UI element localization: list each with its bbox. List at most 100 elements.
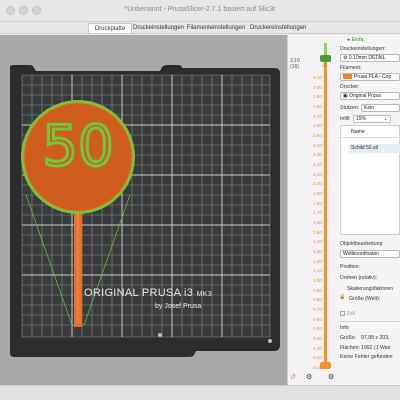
inch-label: Zoll (346, 311, 355, 317)
layer-tick-label: 1,90 (313, 191, 322, 196)
printer-label: Drucker: (340, 84, 360, 90)
layer-tick-label: 2,80 (313, 104, 322, 109)
bed-brand-text: ORIGINAL PRUSA i3 MK3 (84, 287, 212, 299)
filament-color-swatch[interactable] (343, 74, 352, 80)
mode-label[interactable]: Einfa (352, 37, 364, 43)
window-title: *Unbenannt - PrusaSlicer-2.7.1 basiert a… (124, 6, 276, 13)
layer-tick-label: 1,60 (313, 220, 322, 225)
object-list-item[interactable]: Schild 50.stl (349, 144, 400, 153)
tab-druckeinstellungen[interactable]: Druckeinstellungen (133, 23, 184, 33)
layer-slider-lower-thumb[interactable] (320, 362, 331, 369)
layer-tick-label: 0,70 (313, 307, 322, 312)
tab-filamenteinstellungen[interactable]: Filamenteinstellungen (186, 23, 246, 33)
plater-3d-view[interactable]: 50 ORIGINAL PRUSA i3 MK3 by Josef Prusa (0, 35, 287, 385)
rotation-label: Drehen (relativ): (340, 275, 378, 281)
tab-druckplatte[interactable]: Druckplatte (88, 23, 132, 33)
inch-checkbox[interactable] (340, 311, 345, 317)
size-info-row: Größe: 97,98 x 203, (340, 335, 390, 341)
position-label: Position: (340, 264, 360, 270)
filament-value: Prusa PLA - Cop (354, 74, 392, 80)
layer-tick-label: 2,60 (313, 123, 322, 129)
layer-tick-label: 3,10 (313, 75, 322, 80)
layer-tick-label: 1,30 (313, 249, 322, 254)
sidebar: ● Einfa Druckeinstellungen: ⚙ 0.10mm DET… (339, 35, 400, 385)
window-titlebar: *Unbenannt - PrusaSlicer-2.7.1 basiert a… (0, 0, 400, 22)
mode-indicator: ● Einfa (347, 37, 400, 43)
inch-checkbox-row[interactable]: Zoll (340, 311, 355, 317)
object-list-header-divider (341, 137, 400, 138)
object-name: Schild 50.stl (351, 145, 378, 151)
infill-label: Infill: (340, 116, 351, 122)
layer-slider-ticks: 3,10 3,00 2,90 2,80 2,70 2,60 2,50 2,40 2,30 2,20… (288, 35, 340, 385)
layer-tick-label: 1,00 (313, 278, 322, 283)
infill-select[interactable]: 15% ⌄ (353, 115, 391, 123)
size-info-label: Größe: (340, 335, 357, 341)
bed-brand-model: MK3 (196, 291, 212, 298)
sign-number-text: 50 (41, 114, 115, 179)
settings-icon[interactable]: ⚙ (306, 373, 312, 381)
print-settings-select[interactable]: ⚙ 0.10mm DETAIL (340, 54, 400, 62)
layer-tick-label: 1,10 (313, 268, 322, 274)
layer-tick-label: 0,80 (313, 297, 322, 303)
scale-label: Skalierungsfaktoren (347, 286, 393, 292)
layer-tick-label: 1,50 (313, 229, 322, 235)
layer-tick-label: 0,50 (313, 326, 322, 332)
layer-tick-label: 2,50 (313, 133, 322, 138)
layer-tick-label: 2,20 (313, 162, 322, 167)
object-list-header-name: Name (351, 129, 365, 135)
layer-tick-label: 2,70 (313, 113, 322, 119)
object-manipulation-label: Objektbearbeitung (340, 241, 383, 247)
infill-value: 15% (356, 116, 367, 122)
bottom-status-bar (0, 385, 400, 400)
facets-row: Flächen: 1992 (1 Wan (340, 345, 391, 351)
print-bed-scene (10, 65, 280, 357)
facets-value: 1992 (1 Wan (361, 345, 391, 351)
layer-tick-label: 0,30 (313, 345, 322, 351)
layer-tick-label: 2,90 (313, 94, 322, 100)
layer-tick-label: 1,20 (313, 258, 322, 264)
layer-tick-label: 2,30 (313, 152, 322, 158)
lock-scale-icon[interactable]: 🔒 (339, 294, 345, 300)
layer-tick-label: 0,40 (313, 336, 322, 341)
layer-tick-label: 0,10 (313, 365, 322, 370)
layer-tick-label: 2,40 (313, 142, 322, 148)
info-label: Info (340, 325, 349, 331)
layer-tick-label: 1,80 (313, 200, 322, 206)
size-info-value: 97,98 x 203, (361, 335, 390, 341)
layer-slider-upper-thumb[interactable] (320, 55, 331, 62)
cog-icon[interactable]: ⚙ (328, 373, 334, 381)
supports-label: Stützen: (340, 105, 360, 111)
tab-druckereinstellungen[interactable]: Druckereinstellungen (250, 23, 306, 33)
lock-icon[interactable]: ⌂ (322, 62, 326, 69)
layer-slider-panel: 3,10 (16) 3,10 3,00 2,90 2,80 2,70 2,60 2,50 2,… (287, 35, 339, 385)
layer-tick-label: 0,90 (313, 287, 322, 293)
layer-tick-label: 3,00 (313, 84, 322, 90)
main-tabs: Druckplatte Druckeinstellungen Filamente… (0, 22, 400, 34)
chevron-down-icon: ⌄ (383, 116, 388, 122)
layer-tick-label: 1,70 (313, 210, 322, 216)
info-divider (339, 321, 400, 322)
layer-tick-label: 2,00 (313, 181, 322, 187)
filament-label: Filament: (340, 65, 362, 71)
coordinate-system-select[interactable]: Weltkoordinaten (340, 250, 400, 258)
print-settings-value: 0.10mm DETAIL (348, 55, 386, 61)
printer-select[interactable]: ▣ Original Prusa (340, 92, 400, 100)
bed-brand-name: ORIGINAL PRUSA i3 (84, 287, 194, 299)
printer-value: Original Prusa (349, 93, 381, 99)
bed-hole (158, 333, 162, 337)
layer-tick-label: 2,10 (313, 171, 322, 177)
bed-hole (268, 339, 272, 343)
print-settings-label: Druckeinstellungen: (340, 46, 386, 52)
filament-select[interactable]: Prusa PLA - Cop (340, 73, 400, 81)
layer-tick-label: 1,40 (313, 239, 322, 245)
layer-tick-label: 0,60 (313, 316, 322, 322)
mode-dot-icon: ● (347, 37, 351, 43)
object-list[interactable]: Name Schild 50.stl (340, 125, 400, 235)
facets-label: Flächen: (340, 345, 360, 351)
bed-credit-text: by Josef Prusa (155, 303, 202, 310)
size-label: Größe (Welt): (349, 296, 381, 302)
layer-tick-label: 0,20 (313, 355, 322, 361)
errors-info: Keine Fehler gefunden (340, 354, 393, 360)
supports-select[interactable]: Kein (361, 104, 400, 112)
undo-icon[interactable]: ↺ (290, 373, 296, 381)
